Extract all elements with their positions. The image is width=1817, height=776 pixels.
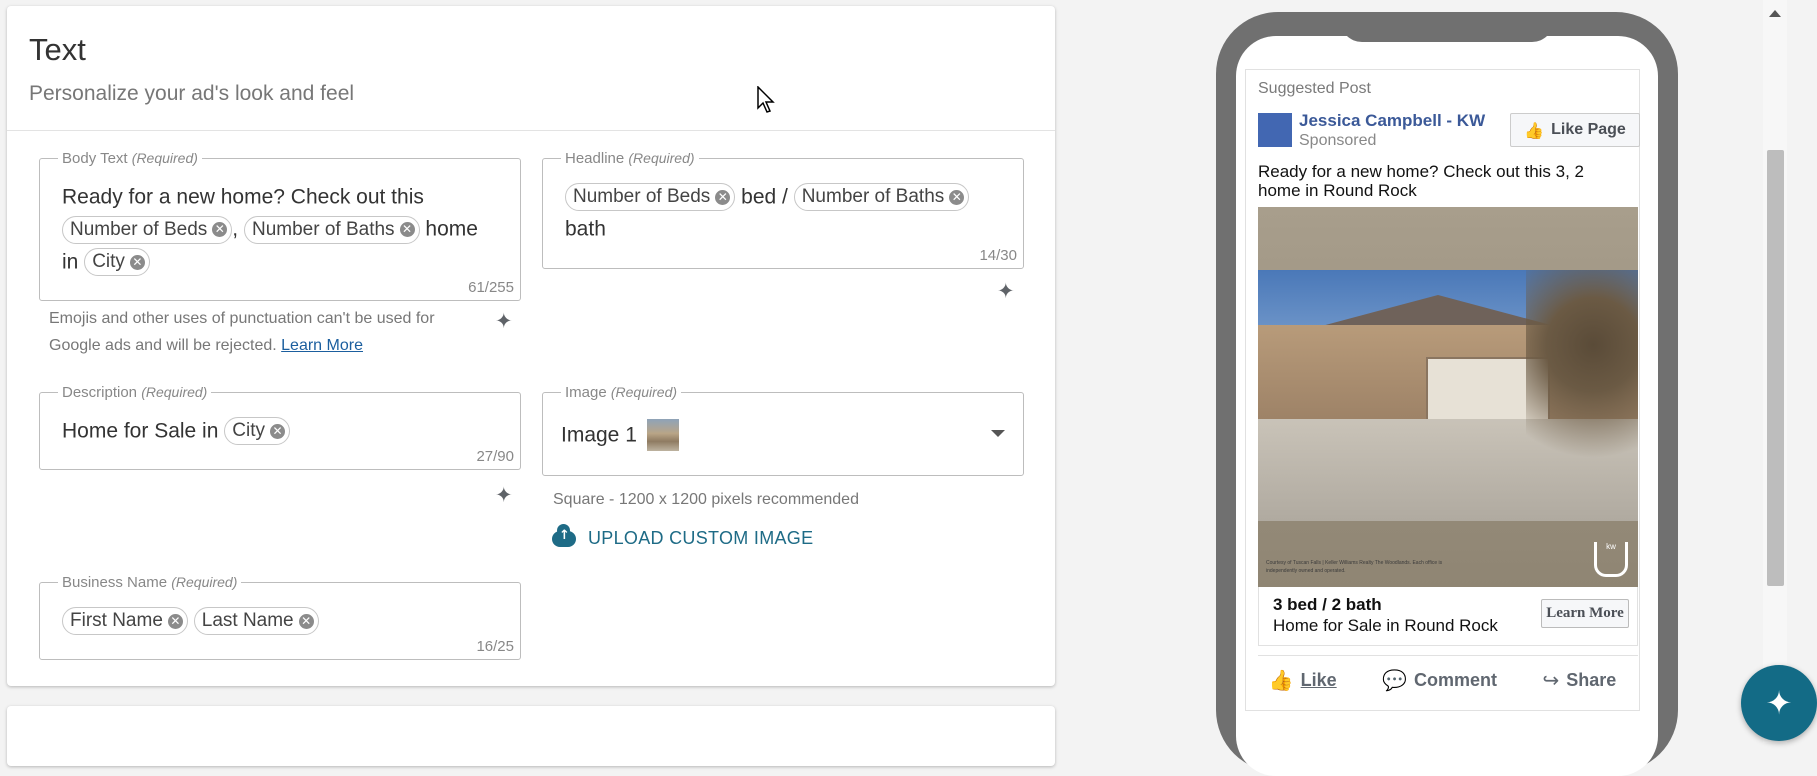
comment-button[interactable]: 💬 Comment [1382,668,1497,692]
scrollbar-thumb[interactable] [1767,150,1784,586]
like-button[interactable]: 👍 Like [1269,668,1337,692]
description-content[interactable]: Home for Sale in City ✕ [62,415,490,447]
share-icon: ↪ [1542,668,1560,692]
image-label: Image (Required) [561,383,682,402]
headline-counter: 14/30 [979,247,1017,264]
chip-city: City ✕ [224,417,290,446]
image-select[interactable]: Image (Required) Image 1 [542,383,1024,476]
headline-content[interactable]: Number of Beds ✕ bed / Number of Baths ✕ b… [565,181,993,246]
description-label: Description (Required) [58,383,212,402]
scroll-up-icon[interactable] [1769,10,1781,17]
chip-number-of-beds: Number of Beds ✕ [565,183,736,212]
body-text-label: Body Text (Required) [58,149,202,168]
thumbs-up-icon: 👍 [1524,120,1545,140]
image-select-value[interactable]: Image 1 [561,419,993,452]
section-title: Text [29,32,86,67]
chip-number-of-baths: Number of Baths ✕ [793,183,970,212]
like-page-button[interactable]: 👍 Like Page [1510,113,1640,147]
upload-custom-image-button[interactable]: UPLOAD CUSTOM IMAGE [552,523,813,549]
sparkle-icon[interactable]: ✦ [997,279,1015,303]
business-name-label: Business Name (Required) [58,573,242,592]
section-subtitle: Personalize your ad's look and feel [29,82,355,105]
close-circle-icon[interactable]: ✕ [167,613,183,629]
business-name-content[interactable]: First Name ✕ Last Name ✕ [62,605,490,637]
post-actions: 👍 Like 💬 Comment ↪ Share [1246,668,1639,692]
post-footer: 3 bed / 2 bath Home for Sale in Round Ro… [1258,587,1638,646]
sparkle-icon: ✦ [1765,684,1793,722]
footer-description: Home for Sale in Round Rock [1273,616,1498,635]
next-section-card [7,706,1055,766]
chip-first-name: First Name ✕ [62,607,188,636]
comment-icon: 💬 [1382,668,1407,692]
close-circle-icon[interactable]: ✕ [269,423,285,439]
business-name-field[interactable]: Business Name (Required) First Name ✕ Las… [39,573,521,660]
image-caption: Courtesy of Tuscan Falls | Keller Willia… [1266,560,1443,574]
ad-text-card: Text Personalize your ad's look and feel… [7,6,1055,686]
chip-last-name: Last Name ✕ [193,607,319,636]
close-circle-icon[interactable]: ✕ [715,189,731,205]
card-header: Text Personalize your ad's look and feel [7,6,1055,131]
chip-number-of-beds: Number of Beds ✕ [62,215,233,244]
sparkle-icon[interactable]: ✦ [495,483,513,507]
description-counter: 27/90 [476,448,514,465]
suggested-post-label: Suggested Post [1258,80,1371,97]
chip-city: City ✕ [84,248,150,277]
close-circle-icon[interactable]: ✕ [399,222,415,238]
thumbs-up-icon: 👍 [1268,668,1294,692]
sparkle-icon[interactable]: ✦ [495,309,513,333]
phone-notch [1340,12,1554,42]
post-text: Ready for a new home? Check out this 3, … [1258,162,1585,200]
chevron-down-icon[interactable] [991,430,1005,437]
scrollbar[interactable] [1763,0,1787,743]
avatar [1258,113,1292,147]
body-text-note: Emojis and other uses of punctuation can… [49,310,435,354]
close-circle-icon[interactable]: ✕ [949,189,965,205]
kw-logo: kw [1594,542,1628,577]
sponsored-label: Sponsored [1299,132,1377,149]
ai-assist-button[interactable]: ✦ [1741,665,1817,741]
headline-label: Headline (Required) [561,149,699,168]
learn-more-button[interactable]: Learn More [1541,599,1629,628]
close-circle-icon[interactable]: ✕ [298,613,314,629]
share-button[interactable]: ↪ Share [1542,668,1616,692]
description-field[interactable]: Description (Required) Home for Sale in … [39,383,521,470]
image-thumbnail [646,419,679,452]
listing-photo: Courtesy of Tuscan Falls | Keller Willia… [1258,207,1638,587]
body-text-content[interactable]: Ready for a new home? Check out this Num… [62,181,490,278]
chip-number-of-baths: Number of Baths ✕ [243,215,420,244]
mouse-cursor-icon [757,86,775,113]
business-name-counter: 16/25 [476,638,514,655]
close-circle-icon[interactable]: ✕ [212,222,228,238]
close-circle-icon[interactable]: ✕ [129,254,145,270]
headline-field[interactable]: Headline (Required) Number of Beds ✕ bed … [542,149,1024,269]
ad-preview-post: Suggested Post Jessica Campbell - KW Spo… [1245,69,1640,711]
page-name: Jessica Campbell - KW [1299,111,1486,130]
learn-more-link[interactable]: Learn More [281,337,363,354]
image-hint: Square - 1200 x 1200 pixels recommended [553,491,859,508]
footer-headline: 3 bed / 2 bath [1273,595,1382,614]
body-text-counter: 61/255 [468,279,514,296]
cloud-upload-icon [552,523,576,547]
body-text-field[interactable]: Body Text (Required) Ready for a new hom… [39,149,521,301]
